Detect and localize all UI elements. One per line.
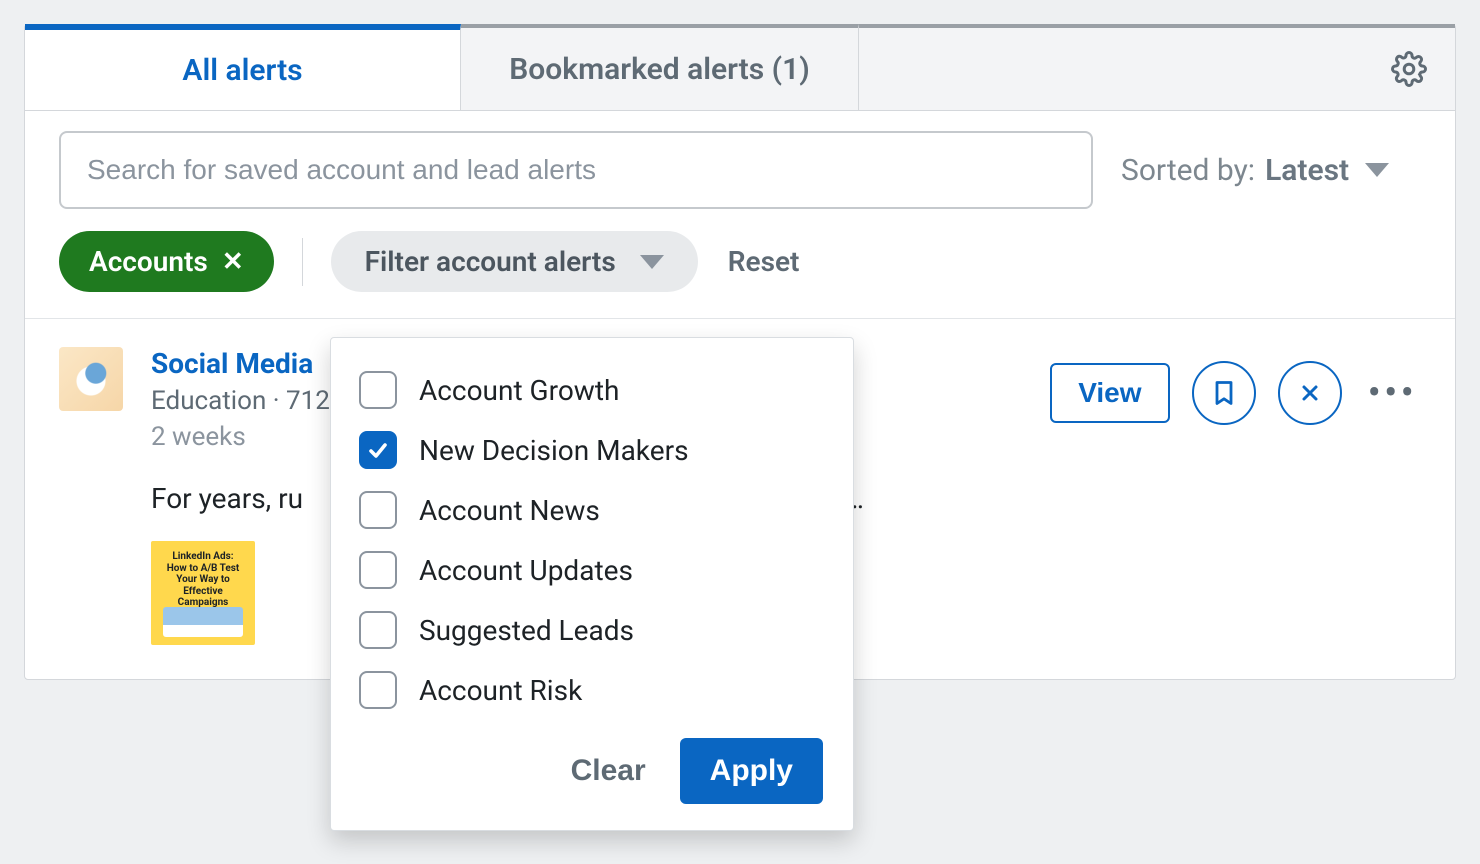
reset-button[interactable]: Reset [728, 245, 800, 278]
checkbox[interactable] [359, 551, 397, 589]
tab-all-alerts[interactable]: All alerts [25, 24, 461, 110]
filter-option-label: Account Risk [419, 674, 582, 707]
filter-option[interactable]: Account Growth [331, 360, 853, 420]
filter-chips-row: Accounts ✕ Filter account alerts Reset [25, 209, 1455, 318]
filter-option[interactable]: New Decision Makers [331, 420, 853, 480]
tab-bookmarked-alerts[interactable]: Bookmarked alerts (1) [461, 24, 859, 110]
checkbox[interactable] [359, 371, 397, 409]
snippet-left: For years, ru [151, 482, 303, 515]
checkbox[interactable] [359, 611, 397, 649]
checkbox[interactable] [359, 431, 397, 469]
chevron-down-icon [1365, 163, 1389, 177]
alert-thumbnail[interactable]: LinkedIn Ads: How to A/B Test Your Way t… [151, 541, 255, 645]
filter-option-label: New Decision Makers [419, 434, 689, 467]
bookmark-icon [1210, 379, 1238, 407]
filter-option[interactable]: Account News [331, 480, 853, 540]
gear-icon[interactable] [1391, 51, 1427, 87]
sort-label: Sorted by: [1121, 153, 1255, 188]
thumb-line: Your Way to [159, 574, 247, 586]
dismiss-button[interactable] [1278, 361, 1342, 425]
thumb-line: LinkedIn Ads: [159, 551, 247, 563]
close-icon [1298, 381, 1322, 405]
bookmark-button[interactable] [1192, 361, 1256, 425]
filter-popover: Account Growth New Decision Makers Account… [330, 337, 854, 831]
filter-option[interactable]: Account Updates [331, 540, 853, 600]
sort-dropdown[interactable]: Sorted by: Latest [1121, 153, 1389, 188]
sort-value: Latest [1265, 153, 1349, 188]
alert-actions: View ••• [1050, 347, 1421, 425]
search-sort-row: Sorted by: Latest [25, 111, 1455, 209]
view-button[interactable]: View [1050, 363, 1169, 423]
chip-filter-account-alerts[interactable]: Filter account alerts [331, 231, 698, 292]
checkbox[interactable] [359, 491, 397, 529]
more-menu-button[interactable]: ••• [1364, 373, 1422, 413]
thumb-line: Effective Campaigns [159, 586, 247, 609]
tabs-spacer [859, 24, 1455, 110]
chip-filter-label: Filter account alerts [365, 245, 616, 278]
filter-option[interactable]: Suggested Leads [331, 600, 853, 660]
chip-accounts[interactable]: Accounts ✕ [59, 231, 274, 292]
checkbox[interactable] [359, 671, 397, 709]
filter-option-label: Account Updates [419, 554, 633, 587]
filter-option-label: Account News [419, 494, 600, 527]
separator [302, 238, 303, 286]
chip-accounts-label: Accounts [89, 245, 208, 278]
search-input[interactable] [59, 131, 1093, 209]
thumb-line: How to A/B Test [159, 563, 247, 575]
clear-button[interactable]: Clear [561, 738, 656, 804]
alerts-panel: All alerts Bookmarked alerts (1) Sorted … [24, 24, 1456, 680]
popover-actions: Clear Apply [331, 720, 853, 810]
tabs-row: All alerts Bookmarked alerts (1) [25, 25, 1455, 111]
apply-button[interactable]: Apply [680, 738, 823, 804]
avatar [59, 347, 123, 411]
filter-option-label: Account Growth [419, 374, 619, 407]
chevron-down-icon [640, 255, 664, 269]
close-icon[interactable]: ✕ [222, 249, 244, 275]
filter-option[interactable]: Account Risk [331, 660, 853, 720]
filter-option-label: Suggested Leads [419, 614, 634, 647]
